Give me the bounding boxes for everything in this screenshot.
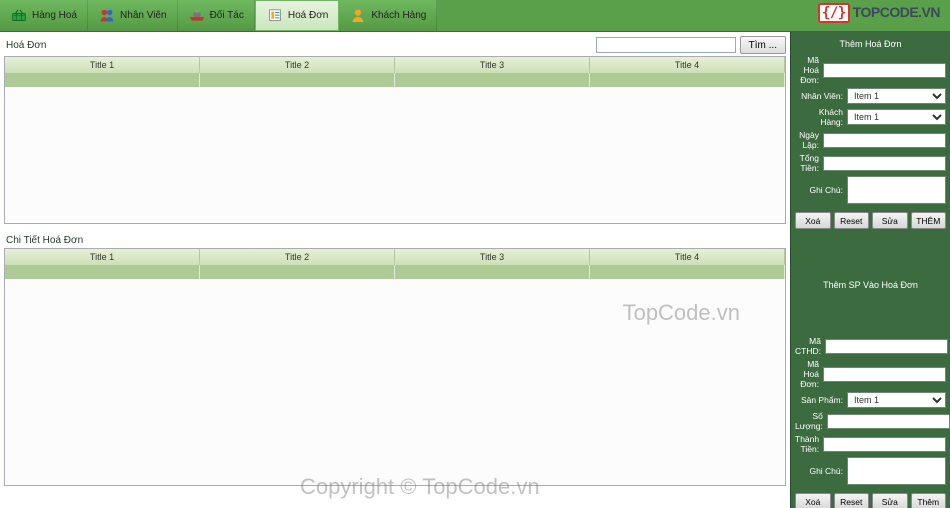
grid-chi-tiet: Title 1 Title 2 Title 3 Title 4	[4, 248, 786, 486]
col-header[interactable]: Title 3	[395, 249, 590, 265]
label-khach-hang: Khách Hàng:	[795, 107, 843, 127]
input-ngay-lap[interactable]	[823, 133, 946, 148]
grid-header: Title 1 Title 2 Title 3 Title 4	[5, 57, 785, 73]
input-ma-cthd[interactable]	[825, 339, 948, 354]
col-header[interactable]: Title 2	[200, 57, 395, 73]
logo-brace: {/}	[818, 3, 850, 23]
sidebar: Thêm Hoá Đơn Mã Hoá Đơn: Nhân Viên: Item …	[790, 32, 950, 508]
label-ngay-lap: Ngày Lập:	[795, 130, 819, 150]
label-ma-hoa-don: Mã Hoá Đơn:	[795, 55, 819, 85]
form1-title: Thêm Hoá Đơn	[795, 36, 946, 52]
grid-hoa-don: Title 1 Title 2 Title 3 Title 4	[4, 56, 786, 224]
section-title-chi-tiet: Chi Tiết Hoá Đơn	[6, 235, 83, 246]
section-title-hoa-don: Hoá Đơn	[6, 40, 46, 51]
col-header[interactable]: Title 3	[395, 57, 590, 73]
label-nhan-vien: Nhân Viên:	[795, 91, 843, 101]
btn-xoa2[interactable]: Xoá	[795, 493, 831, 508]
label-tong-tien: Tổng Tiền:	[795, 153, 819, 173]
toolbar-hang-hoa[interactable]: Hàng Hoá	[0, 0, 88, 31]
textarea-ghi-chu2[interactable]	[847, 457, 946, 485]
table-row[interactable]	[5, 73, 785, 87]
customer-icon	[349, 8, 367, 24]
logo-text: TOPCODE.VN	[853, 4, 940, 20]
col-header[interactable]: Title 1	[5, 57, 200, 73]
toolbar-label: Hàng Hoá	[32, 10, 77, 21]
toolbar-nhan-vien[interactable]: Nhân Viên	[88, 0, 178, 31]
toolbar-khach-hang[interactable]: Khách Hàng	[339, 0, 437, 31]
main-area: Hoá Đơn Tìm ... Title 1 Title 2 Title 3 …	[0, 32, 790, 508]
label-ghi-chu2: Ghi Chú:	[795, 466, 843, 476]
label-ma-cthd: Mã CTHD:	[795, 336, 821, 356]
btn-sua2[interactable]: Sửa	[872, 493, 908, 508]
col-header[interactable]: Title 4	[590, 57, 785, 73]
input-tong-tien[interactable]	[823, 156, 946, 171]
toolbar-label: Hoá Đơn	[288, 10, 328, 21]
input-so-luong[interactable]	[827, 414, 950, 429]
input-thanh-tien[interactable]	[823, 437, 946, 452]
label-ma-hoa-don2: Mã Hoá Đơn:	[795, 359, 819, 389]
col-header[interactable]: Title 4	[590, 249, 785, 265]
btn-them2[interactable]: Thêm	[911, 493, 947, 508]
label-thanh-tien: Thành Tiền:	[795, 434, 819, 454]
col-header[interactable]: Title 2	[200, 249, 395, 265]
form2-title: Thêm SP Vào Hoá Đơn	[795, 277, 946, 293]
grid-body[interactable]	[5, 265, 785, 485]
grid-body[interactable]	[5, 73, 785, 223]
toolbar-label: Nhân Viên	[120, 10, 167, 21]
main-toolbar: Hàng Hoá Nhân Viên Đối Tác Hoá Đơn Khách…	[0, 0, 950, 32]
logo: {/}TOPCODE.VN	[818, 4, 940, 21]
btn-reset2[interactable]: Reset	[834, 493, 870, 508]
btn-sua[interactable]: Sửa	[872, 212, 908, 229]
input-ma-hoa-don[interactable]	[823, 63, 946, 78]
btn-reset[interactable]: Reset	[834, 212, 870, 229]
btn-them[interactable]: THÊM	[911, 212, 947, 229]
label-ghi-chu: Ghi Chú:	[795, 185, 843, 195]
toolbar-label: Đối Tác	[210, 10, 244, 21]
toolbar-label: Khách Hàng	[371, 10, 426, 21]
search-input[interactable]	[596, 37, 736, 53]
col-header[interactable]: Title 1	[5, 249, 200, 265]
label-san-pham: Sản Phẩm:	[795, 395, 843, 405]
input-ma-hoa-don2[interactable]	[823, 367, 946, 382]
select-san-pham[interactable]: Item 1	[847, 392, 946, 408]
toolbar-doi-tac[interactable]: Đối Tác	[178, 0, 255, 31]
textarea-ghi-chu[interactable]	[847, 176, 946, 204]
search-button[interactable]: Tìm ...	[740, 36, 786, 54]
invoice-icon	[266, 8, 284, 24]
basket-icon	[10, 8, 28, 24]
toolbar-hoa-don[interactable]: Hoá Đơn	[255, 0, 339, 31]
staff-icon	[98, 8, 116, 24]
select-khach-hang[interactable]: Item 1	[847, 109, 946, 125]
select-nhan-vien[interactable]: Item 1	[847, 88, 946, 104]
grid-header: Title 1 Title 2 Title 3 Title 4	[5, 249, 785, 265]
label-so-luong: Số Lượng:	[795, 411, 823, 431]
table-row[interactable]	[5, 265, 785, 279]
ship-icon	[188, 8, 206, 24]
btn-xoa[interactable]: Xoá	[795, 212, 831, 229]
